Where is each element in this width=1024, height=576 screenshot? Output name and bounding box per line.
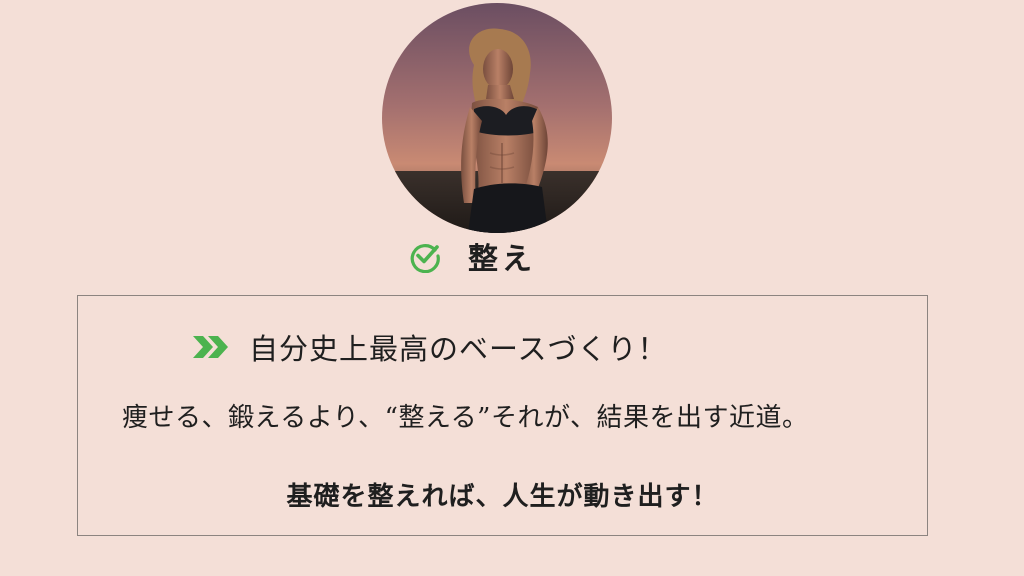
card-closing-text: 基礎を整えれば、人生が動き出す！ [286,482,719,512]
hero-photo [382,3,612,233]
card-body-text: 痩せる、鍛えるより、“整える”それが、結果を出す近道。 [122,403,809,433]
headline: 整え [408,236,536,277]
fitness-woman-image [382,3,612,233]
headline-text: 整え [468,242,536,277]
double-chevron-right-icon [191,334,231,360]
message-card: 自分史上最高のベースづくり！ 痩せる、鍛えるより、“整える”それが、結果を出す近… [77,295,928,536]
check-circle-icon [408,239,442,273]
card-title-text: 自分史上最高のベースづくり！ [249,332,668,366]
card-title: 自分史上最高のベースづくり！ [191,326,668,368]
